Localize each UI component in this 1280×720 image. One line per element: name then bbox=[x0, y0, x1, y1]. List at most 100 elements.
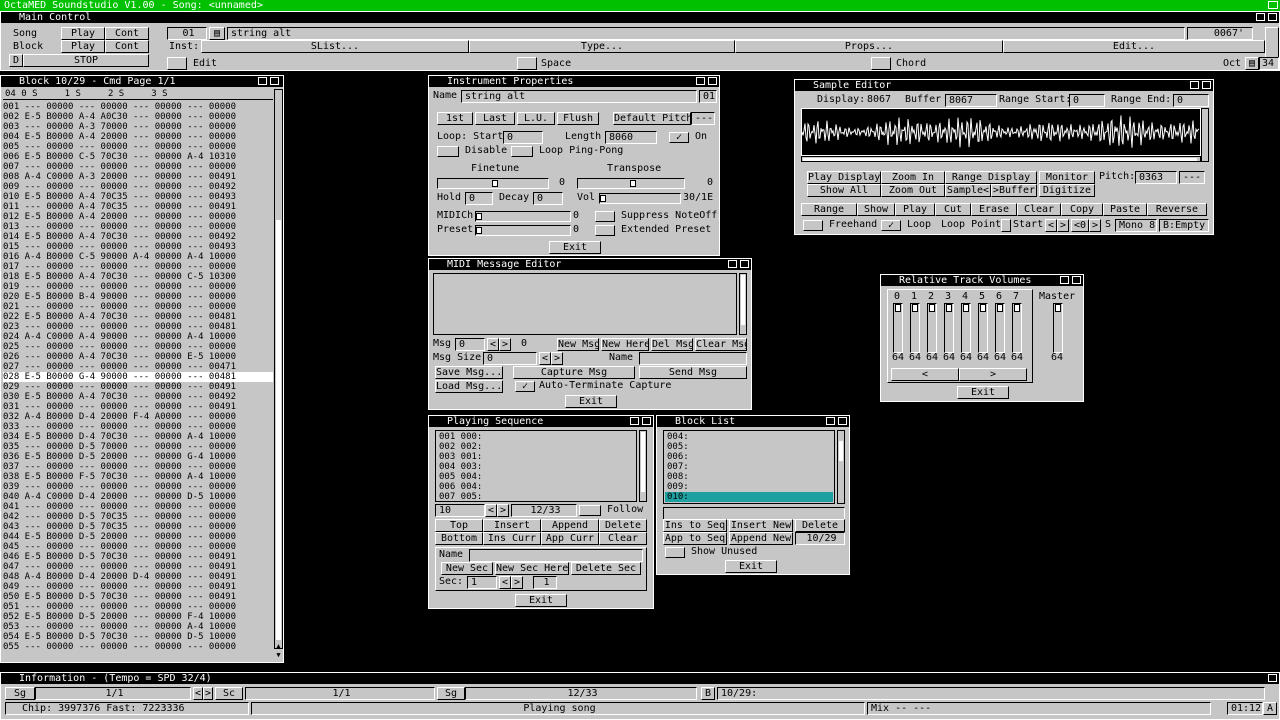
master-slider[interactable] bbox=[1053, 303, 1063, 353]
length-input[interactable]: 8060 bbox=[605, 131, 657, 144]
oct-gadget[interactable]: ▤ bbox=[1245, 57, 1259, 70]
block-row[interactable]: 030 E-5 B0000 A-4 70C30 --- 00000 --- 00… bbox=[3, 392, 273, 402]
pitch-note[interactable]: --- bbox=[1179, 171, 1205, 184]
seq-list[interactable]: 001 000: 002 002: 003 001: 004 003: 005 … bbox=[439, 432, 629, 502]
block-row[interactable]: 051 --- 00000 --- 00000 --- 00000 --- 00… bbox=[3, 602, 273, 612]
oct-value[interactable]: 34 bbox=[1259, 57, 1279, 70]
transpose-slider[interactable] bbox=[577, 178, 685, 189]
block-row[interactable]: 044 E-5 B0000 D-5 20000 --- 00000 --- 00… bbox=[3, 532, 273, 542]
a-indicator[interactable]: A bbox=[1263, 702, 1277, 715]
blocklist-titlebar[interactable]: Block List bbox=[657, 416, 849, 427]
loop-on-checkbox[interactable]: ✓ bbox=[669, 132, 689, 143]
block-row[interactable]: 034 E-5 B0000 D-4 70C30 --- 00000 A-4 10… bbox=[3, 432, 273, 442]
instrument-zoom-gadget[interactable] bbox=[696, 77, 705, 85]
blocklist-items[interactable]: 004: 005: 006: 007: 008: 009: bbox=[667, 432, 827, 492]
sample-depth-gadget[interactable] bbox=[1202, 81, 1211, 89]
seq-prev-icon[interactable]: < bbox=[485, 504, 497, 517]
block-row[interactable]: 002 E-5 B0000 A-4 A0C30 --- 00000 --- 00… bbox=[3, 112, 273, 122]
midi-message-area[interactable] bbox=[433, 273, 737, 335]
block-row[interactable]: 039 --- 00000 --- 00000 --- 00000 --- 00… bbox=[3, 482, 273, 492]
track-volume-slider[interactable] bbox=[910, 303, 920, 353]
block-row[interactable]: 010 E-5 B0000 A-4 70C35 --- 00000 --- 00… bbox=[3, 192, 273, 202]
rtv-zoom-gadget[interactable] bbox=[1060, 276, 1069, 284]
block-row[interactable]: 008 A-4 C0000 A-3 20000 --- 00000 --- 00… bbox=[3, 172, 273, 182]
block-zoom-gadget[interactable] bbox=[258, 77, 267, 85]
block-row[interactable]: 054 E-5 B0000 D-5 70C30 --- 00000 D-5 10… bbox=[3, 632, 273, 642]
block-row[interactable]: 020 E-5 B0000 B-4 90000 --- 00000 --- 00… bbox=[3, 292, 273, 302]
show-button[interactable]: Show bbox=[857, 203, 895, 216]
section-indicator[interactable]: Sc bbox=[215, 687, 243, 700]
main-control-titlebar[interactable]: Main Control bbox=[1, 12, 1279, 23]
instrument-name-field[interactable]: string alt bbox=[227, 27, 1185, 40]
info-next-icon[interactable]: > bbox=[203, 687, 213, 700]
info-titlebar[interactable]: Information - (Tempo = SPD 32/4) bbox=[1, 673, 1279, 684]
seq-position-input[interactable]: 10 bbox=[435, 504, 485, 517]
block-row[interactable]: 045 --- 00000 --- 00000 --- 00000 --- 00… bbox=[3, 542, 273, 552]
msg-prev-icon[interactable]: < bbox=[487, 338, 499, 351]
d-toggle[interactable]: D bbox=[9, 54, 23, 67]
delete-sec-button[interactable]: Delete Sec bbox=[571, 562, 641, 575]
screen-depth-gadget[interactable] bbox=[1268, 1, 1278, 9]
preset-slider[interactable] bbox=[475, 225, 571, 236]
block-row[interactable]: 013 --- 00000 --- 00000 --- 00000 --- 00… bbox=[3, 222, 273, 232]
send-msg-button[interactable]: Send Msg bbox=[639, 366, 747, 379]
block-row[interactable]: 022 E-5 B0000 A-4 70C30 --- 00000 --- 00… bbox=[3, 312, 273, 322]
waveform-scrollbar[interactable] bbox=[801, 156, 1201, 162]
info-prev-icon[interactable]: < bbox=[193, 687, 203, 700]
first-button[interactable]: 1st bbox=[437, 112, 473, 125]
block-row[interactable]: 001 --- 00000 --- 00000 --- 00000 --- 00… bbox=[3, 102, 273, 112]
track-volume-slider[interactable] bbox=[893, 303, 903, 353]
instrument-icon[interactable]: ▤ bbox=[209, 27, 225, 40]
song-cont-button[interactable]: Cont bbox=[105, 27, 149, 40]
play-button[interactable]: Play bbox=[895, 203, 935, 216]
loop-start-gadget[interactable] bbox=[1001, 219, 1011, 232]
block-vertical-scrollbar[interactable] bbox=[274, 89, 283, 649]
block-row[interactable]: 047 --- 00000 --- 00000 --- 00000 --- 00… bbox=[3, 562, 273, 572]
midi-scrollbar[interactable] bbox=[739, 273, 747, 335]
track-header[interactable]: 04 0 S 1 S 2 S 3 S bbox=[3, 89, 273, 100]
midi-zoom-gadget[interactable] bbox=[728, 260, 737, 268]
auto-terminate-checkbox[interactable]: ✓ bbox=[515, 381, 535, 392]
block-scroll-up-icon[interactable]: ▲ bbox=[274, 642, 283, 651]
block-row[interactable]: 040 A-4 C0000 D-4 20000 --- 00000 D-5 10… bbox=[3, 492, 273, 502]
block-row[interactable]: 011 --- 00000 A-4 70C35 --- 00000 --- 00… bbox=[3, 202, 273, 212]
block-row[interactable]: 028 E-5 B0000 G-4 90000 --- 00000 --- 00… bbox=[3, 372, 273, 382]
waveform-vscrollbar[interactable] bbox=[1201, 108, 1209, 162]
block-row[interactable]: 031 --- 00000 --- 00000 --- 00000 --- 00… bbox=[3, 402, 273, 412]
new-sec-button[interactable]: New Sec bbox=[441, 562, 493, 575]
sec-next-icon[interactable]: > bbox=[511, 576, 523, 589]
waveform-display[interactable] bbox=[801, 108, 1201, 156]
edit-toggle[interactable] bbox=[167, 57, 187, 70]
blocklist-scrollbar[interactable] bbox=[837, 430, 845, 504]
seq-zoom-gadget[interactable] bbox=[630, 417, 639, 425]
cut-button[interactable]: Cut bbox=[935, 203, 971, 216]
hold-input[interactable]: 0 bbox=[465, 192, 493, 205]
block-depth-gadget[interactable] bbox=[270, 77, 279, 85]
rtv-depth-gadget[interactable] bbox=[1072, 276, 1081, 284]
monitor-button[interactable]: Monitor bbox=[1039, 171, 1095, 184]
reverse-button[interactable]: Reverse bbox=[1147, 203, 1207, 216]
default-pitch-value[interactable]: --- bbox=[691, 112, 715, 125]
default-pitch-button[interactable]: Default Pitch bbox=[613, 112, 691, 125]
block-row[interactable]: 016 A-4 B0000 C-5 90000 A-4 00000 A-4 10… bbox=[3, 252, 273, 262]
block-row[interactable]: 037 --- 00000 --- 00000 --- 00000 --- 00… bbox=[3, 462, 273, 472]
volume-slider[interactable] bbox=[599, 193, 681, 204]
block-row[interactable]: 052 E-5 B0000 D-5 20000 --- 00000 F-4 10… bbox=[3, 612, 273, 622]
midich-slider[interactable] bbox=[475, 211, 571, 222]
range-button[interactable]: Range bbox=[801, 203, 857, 216]
block-row[interactable]: 015 --- 00000 --- 00000 --- 00000 --- 00… bbox=[3, 242, 273, 252]
loop-next-icon[interactable]: > bbox=[1057, 219, 1069, 232]
space-toggle[interactable] bbox=[517, 57, 537, 70]
zoom-out-button[interactable]: Zoom Out bbox=[881, 184, 945, 197]
seq-append-button[interactable]: Append bbox=[541, 519, 599, 532]
sample-lt-button[interactable]: Sample< bbox=[945, 184, 991, 197]
digitize-button[interactable]: Digitize bbox=[1039, 184, 1095, 197]
freehand-checkbox[interactable] bbox=[803, 220, 823, 231]
track-volume-slider[interactable] bbox=[1012, 303, 1022, 353]
block-row[interactable]: 026 --- 00000 A-4 70C30 --- 00000 E-5 10… bbox=[3, 352, 273, 362]
block-row[interactable]: 046 E-5 B0000 D-5 70C30 --- 00000 --- 00… bbox=[3, 552, 273, 562]
seq-indicator[interactable]: Sg bbox=[437, 687, 465, 700]
block-row[interactable]: 018 E-5 B0000 A-4 70C30 --- 00000 C-5 10… bbox=[3, 272, 273, 282]
block-play-button[interactable]: Play bbox=[61, 40, 105, 53]
seq-bottom-button[interactable]: Bottom bbox=[435, 532, 483, 545]
